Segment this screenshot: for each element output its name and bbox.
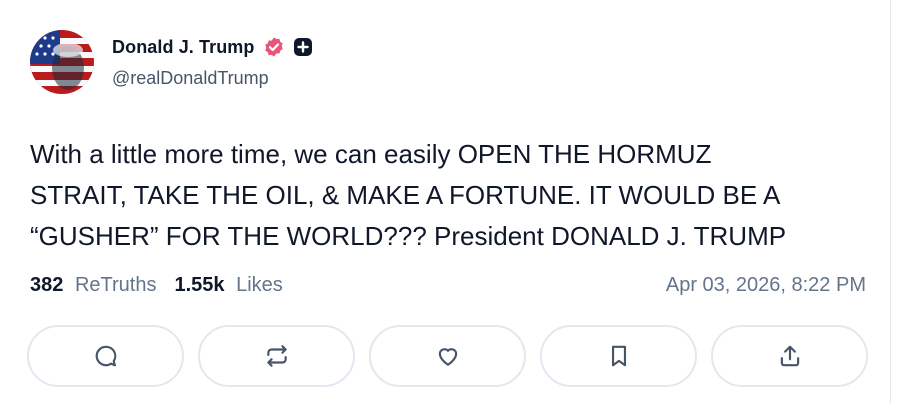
retruths-count: 382 <box>30 274 64 296</box>
like-heart-icon <box>438 348 457 366</box>
plus-badge-icon <box>293 37 313 57</box>
author-display-name[interactable]: Donald J. Trump <box>112 37 255 58</box>
share-icon <box>780 345 799 367</box>
action-bar <box>27 325 868 387</box>
likes-stat[interactable]: 1.55k Likes <box>174 274 282 297</box>
author-handle[interactable]: @realDonaldTrump <box>112 68 269 89</box>
post-card: Donald J. Trump @realDonaldTrump With a … <box>0 0 891 403</box>
post-text-line: “GUSHER” FOR THE WORLD??? President DONA… <box>30 221 787 251</box>
avatar[interactable] <box>30 30 94 94</box>
post-stats: 382 ReTruths 1.55k Likes <box>30 274 301 297</box>
post-text: With a little more time, we can easily O… <box>30 134 860 257</box>
retruths-label: ReTruths <box>74 274 157 296</box>
retruth-button[interactable] <box>198 325 355 387</box>
likes-label: Likes <box>236 274 283 296</box>
bookmark-icon <box>611 345 626 367</box>
share-button[interactable] <box>711 325 868 387</box>
likes-count: 1.55k <box>174 274 225 296</box>
like-button[interactable] <box>369 325 526 387</box>
retruth-icon <box>266 345 287 367</box>
post-timestamp[interactable]: Apr 03, 2026, 8:22 PM <box>666 274 866 297</box>
reply-icon <box>95 345 116 367</box>
retruths-stat[interactable]: 382 ReTruths <box>30 274 156 297</box>
reply-button[interactable] <box>27 325 184 387</box>
verified-badge-icon <box>263 36 285 58</box>
avatar-image <box>30 30 94 94</box>
post-text-line: STRAIT, TAKE THE OIL, & MAKE A FORTUNE. … <box>30 180 781 210</box>
bookmark-button[interactable] <box>540 325 697 387</box>
post-text-line: With a little more time, we can easily O… <box>30 139 712 169</box>
